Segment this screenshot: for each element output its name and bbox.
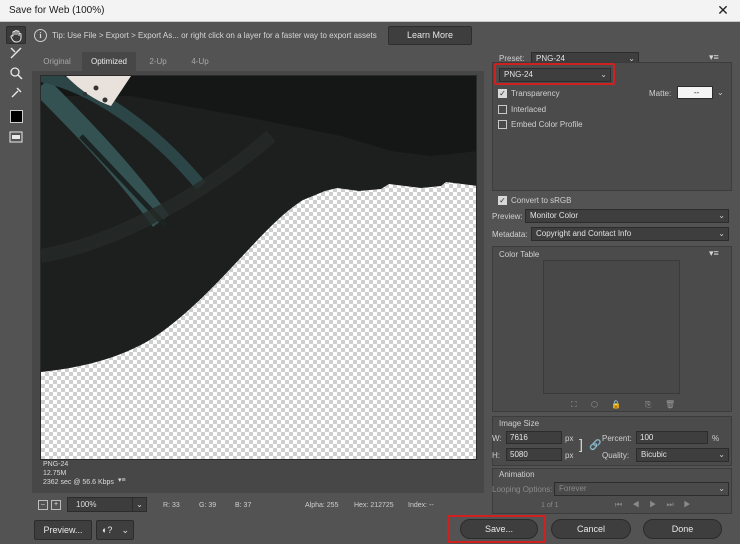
window-title: Save for Web (100%) <box>9 5 105 16</box>
percent-unit: % <box>712 434 720 443</box>
constrain-bracket-icon: ] <box>579 436 583 452</box>
matte-color-field[interactable]: -- <box>677 86 713 99</box>
height-field[interactable]: 5080 <box>506 448 562 461</box>
color-table-menu-icon[interactable]: ▾≡ <box>709 248 719 259</box>
transparency-checkbox[interactable]: ✓ <box>498 89 507 98</box>
matte-label: Matte: <box>649 89 672 98</box>
frame-counter: 1 of 1 <box>541 502 559 509</box>
format-highlight-box <box>494 63 615 85</box>
info-menu-icon[interactable]: ▾≡ <box>118 476 126 484</box>
save-highlight-box <box>447 515 546 543</box>
convert-srgb-label: Convert to sRGB <box>511 196 572 205</box>
image-size-label: Image Size <box>499 419 540 428</box>
preview-area: PNG-24 12.75M 2362 sec @ 56.6 Kbps ▾≡ <box>32 71 484 493</box>
preview-label: Preview: <box>492 212 523 221</box>
image-download-time: 2362 sec @ 56.6 Kbps <box>43 479 114 486</box>
height-unit: px <box>565 451 574 460</box>
quality-label: Quality: <box>602 451 630 460</box>
tab-optimized[interactable]: Optimized <box>82 52 136 71</box>
eyedropper-icon[interactable] <box>6 86 26 104</box>
color-table-label: Color Table <box>499 250 540 259</box>
metadata-select[interactable]: Copyright and Contact Info ⌄ <box>531 227 729 241</box>
chevron-down-icon: ⌄ <box>718 450 725 459</box>
preview-select[interactable]: Monitor Color ⌄ <box>525 209 729 223</box>
preview-button[interactable]: Preview... <box>34 520 92 540</box>
chevron-down-icon: ⌄ <box>718 229 725 238</box>
image-format: PNG-24 <box>43 461 69 468</box>
width-field[interactable]: 7616 <box>506 431 562 444</box>
animation-label: Animation <box>499 470 535 479</box>
tab-original[interactable]: Original <box>38 52 76 71</box>
animation-controls[interactable]: ⏮◀▶⏭▶ <box>615 500 701 510</box>
trash-icon[interactable]: 🗑 <box>665 400 675 409</box>
width-unit: px <box>565 434 574 443</box>
chevron-down-icon: ⌄ <box>718 211 725 220</box>
interlaced-checkbox[interactable] <box>498 105 507 114</box>
quality-select[interactable]: Bicubic ⌄ <box>636 448 729 462</box>
transparency-label: Transparency <box>511 89 560 98</box>
image-file-size: 12.75M <box>43 470 67 477</box>
zoom-in-icon[interactable]: + <box>51 500 61 510</box>
percent-field[interactable]: 100 <box>636 431 708 444</box>
browser-select[interactable]: ◐? ⌄ <box>96 520 134 540</box>
tool-column <box>0 22 32 544</box>
eyedropper-color-swatch[interactable] <box>10 110 23 123</box>
height-label: H: <box>492 451 500 460</box>
lock-icon[interactable]: 🔒 <box>611 400 621 409</box>
tab-4-up[interactable]: 4-Up <box>182 52 218 71</box>
learn-more-button[interactable]: Learn More <box>388 26 472 45</box>
toggle-slices-icon[interactable] <box>6 130 26 148</box>
chevron-down-icon: ⌄ <box>132 498 146 511</box>
cancel-button[interactable]: Cancel <box>551 519 631 539</box>
tip-text: Tip: Use File > Export > Export As... or… <box>52 31 377 40</box>
hand-icon[interactable] <box>6 26 26 44</box>
embed-profile-checkbox[interactable] <box>498 120 507 129</box>
browser-icon: ◐? <box>102 525 113 535</box>
settings-panel: Preset: PNG-24 ⌄ ▾≡ PNG-24 ⌄ ✓ Transparenc… <box>487 48 740 518</box>
color-table <box>543 260 680 394</box>
chevron-down-icon: ⌄ <box>718 484 725 493</box>
new-color-icon[interactable]: ⎘ <box>645 400 651 410</box>
green-readout: G: 39 <box>199 502 217 509</box>
chevron-down-icon[interactable]: ⌄ <box>717 88 724 97</box>
optimized-image[interactable] <box>40 75 477 460</box>
looping-label: Looping Options: <box>492 485 553 494</box>
embed-profile-label: Embed Color Profile <box>511 120 583 129</box>
width-label: W: <box>492 434 502 443</box>
blue-readout: B: 37 <box>235 502 252 509</box>
link-icon[interactable]: 🔗 <box>589 440 601 451</box>
tip-bar: i Tip: Use File > Export > Export As... … <box>32 24 487 48</box>
close-icon[interactable]: ✕ <box>713 1 733 21</box>
percent-label: Percent: <box>602 434 632 443</box>
map-color-icon[interactable]: ⛶ <box>571 400 577 410</box>
interlaced-label: Interlaced <box>511 105 547 114</box>
web-shift-icon[interactable]: ⬡ <box>591 400 598 409</box>
tab-2-up[interactable]: 2-Up <box>140 52 176 71</box>
red-readout: R: 33 <box>163 502 180 509</box>
alpha-readout: Alpha: 255 <box>305 502 339 509</box>
status-bar: – + 100% ⌄ R: 33 G: 39 B: 37 Alpha: 255 … <box>32 497 487 515</box>
convert-srgb-checkbox[interactable]: ✓ <box>498 196 507 205</box>
done-button[interactable]: Done <box>643 519 722 539</box>
title-bar: Save for Web (100%) ✕ <box>0 0 740 22</box>
chevron-down-icon: ⌄ <box>121 525 129 535</box>
index-readout: Index: -- <box>408 502 434 509</box>
slice-select-icon[interactable] <box>6 46 26 64</box>
looping-select[interactable]: Forever ⌄ <box>554 482 729 496</box>
hex-readout: Hex: 212725 <box>354 502 394 509</box>
zoom-icon[interactable] <box>6 66 26 84</box>
image-info: PNG-24 12.75M 2362 sec @ 56.6 Kbps <box>43 460 114 487</box>
info-icon: i <box>34 29 47 42</box>
zoom-level-select[interactable]: 100% ⌄ <box>67 497 147 512</box>
metadata-label: Metadata: <box>492 230 528 239</box>
zoom-out-icon[interactable]: – <box>38 500 48 510</box>
